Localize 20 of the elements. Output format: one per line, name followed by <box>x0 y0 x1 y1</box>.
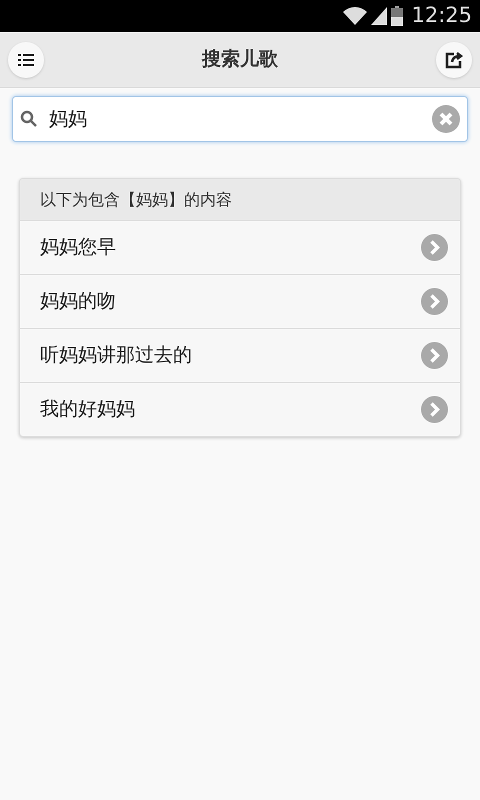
search-field[interactable]: 妈妈 <box>12 96 468 142</box>
chevron-icon <box>421 288 448 315</box>
chevron-icon <box>421 396 448 423</box>
results-heading: 以下为包含【妈妈】的内容 <box>20 179 460 220</box>
result-item[interactable]: 听妈妈讲那过去的 <box>20 328 460 382</box>
clock: 12:25 <box>411 2 472 30</box>
result-item[interactable]: 我的好妈妈 <box>20 382 460 436</box>
page-title: 搜索儿歌 <box>202 47 278 72</box>
result-item[interactable]: 妈妈的吻 <box>20 274 460 328</box>
search-icon <box>20 110 38 128</box>
chevron-icon <box>421 234 448 261</box>
result-item[interactable]: 妈妈您早 <box>20 220 460 274</box>
share-button[interactable] <box>436 42 472 78</box>
share-icon <box>445 50 463 68</box>
battery-icon <box>391 6 404 26</box>
signal-icon <box>371 7 388 25</box>
wifi-icon <box>343 7 368 25</box>
list-icon <box>18 54 34 66</box>
chevron-icon <box>421 342 448 369</box>
menu-button[interactable] <box>8 42 44 78</box>
